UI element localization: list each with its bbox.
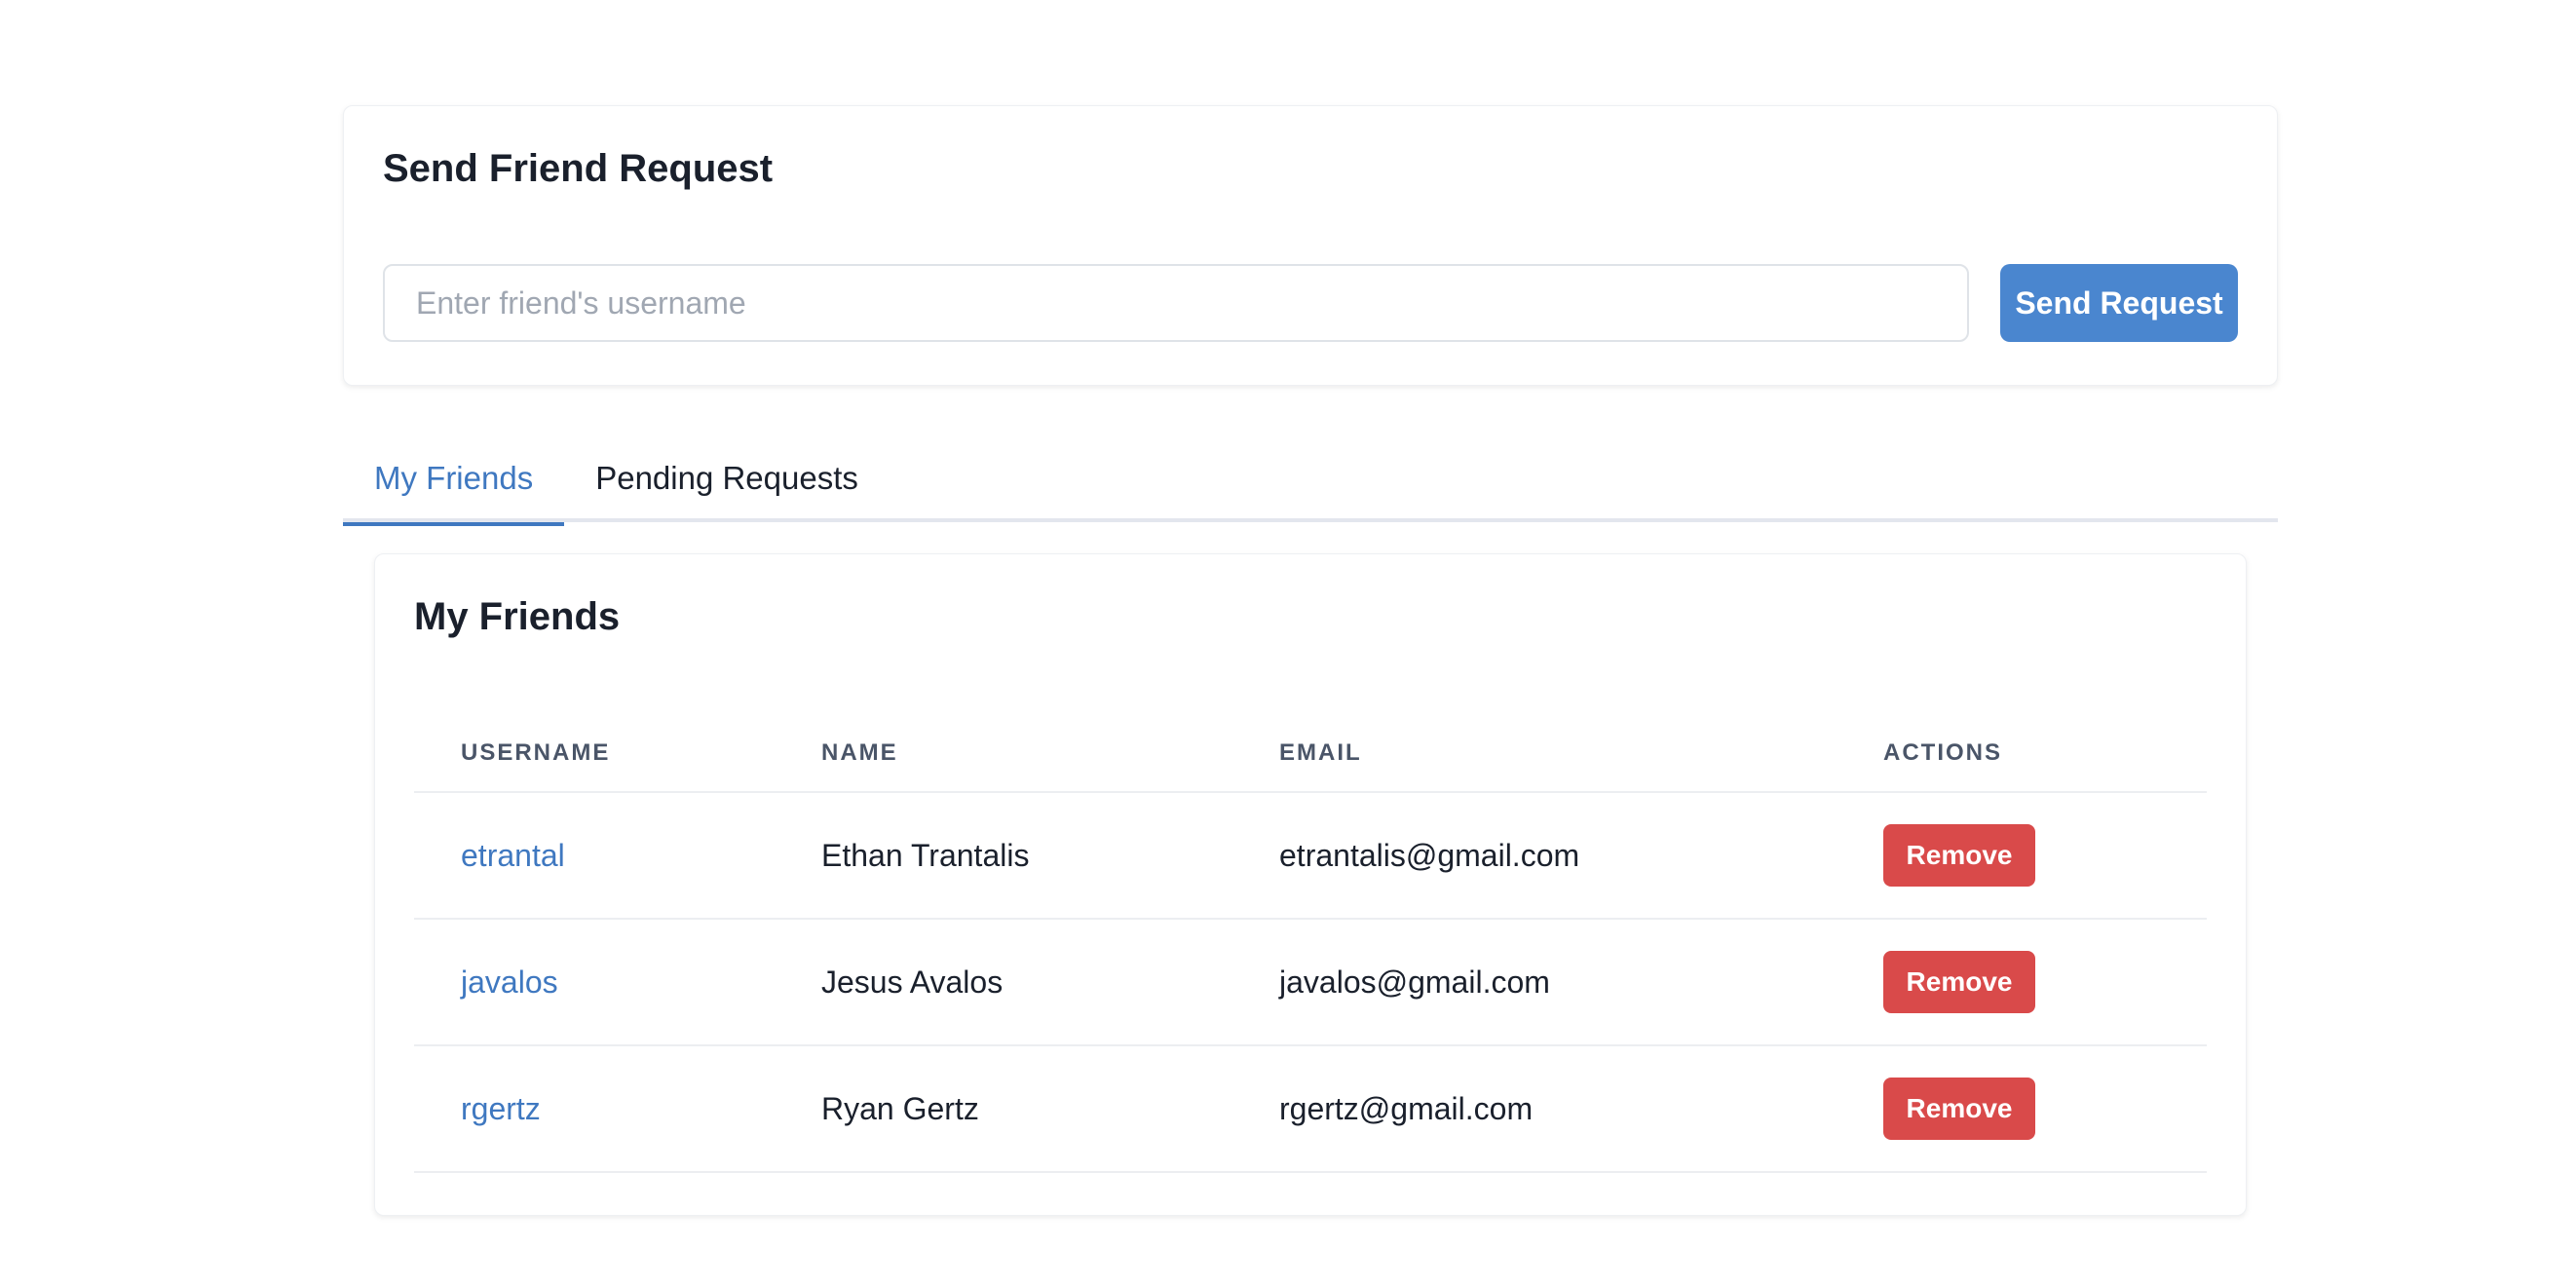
remove-friend-button[interactable]: Remove [1883, 824, 2035, 887]
friend-username-input[interactable] [383, 264, 1969, 342]
friend-email: javalos@gmail.com [1232, 919, 1837, 1046]
table-header-row: USERNAME NAME EMAIL ACTIONS [414, 714, 2207, 793]
friends-tabs: My Friends Pending Requests [343, 444, 2278, 526]
friend-username-link[interactable]: javalos [461, 964, 558, 1000]
column-header-email: EMAIL [1232, 714, 1837, 793]
content-wrapper: Send Friend Request Send Request My Frie… [343, 105, 2278, 1216]
friend-email: etrantalis@gmail.com [1232, 792, 1837, 920]
column-header-actions: ACTIONS [1837, 714, 2207, 793]
send-request-row: Send Request [383, 264, 2238, 342]
remove-friend-button[interactable]: Remove [1883, 1078, 2035, 1140]
table-row: rgertz Ryan Gertz rgertz@gmail.com Remov… [414, 1045, 2207, 1173]
send-friend-request-title: Send Friend Request [383, 147, 774, 190]
table-row: javalos Jesus Avalos javalos@gmail.com R… [414, 919, 2207, 1046]
table-row: etrantal Ethan Trantalis etrantalis@gmai… [414, 792, 2207, 920]
send-request-button[interactable]: Send Request [2000, 264, 2238, 342]
column-header-username: USERNAME [414, 714, 775, 793]
my-friends-title: My Friends [414, 595, 621, 638]
tab-my-friends[interactable]: My Friends [343, 444, 565, 526]
friend-username-link[interactable]: rgertz [461, 1091, 541, 1126]
friend-name: Ethan Trantalis [775, 792, 1232, 920]
column-header-name: NAME [775, 714, 1232, 793]
friend-email: rgertz@gmail.com [1232, 1045, 1837, 1173]
send-friend-request-card: Send Friend Request Send Request [343, 105, 2278, 386]
remove-friend-button[interactable]: Remove [1883, 951, 2035, 1013]
friend-name: Ryan Gertz [775, 1045, 1232, 1173]
page: Send Friend Request Send Request My Frie… [0, 0, 2576, 1286]
friend-name: Jesus Avalos [775, 919, 1232, 1046]
my-friends-card: My Friends USERNAME NAME EMAIL ACTIONS e… [374, 553, 2247, 1216]
friends-table: USERNAME NAME EMAIL ACTIONS etrantal Eth… [414, 714, 2207, 1173]
friend-username-link[interactable]: etrantal [461, 838, 565, 873]
tab-pending-requests[interactable]: Pending Requests [564, 444, 890, 522]
